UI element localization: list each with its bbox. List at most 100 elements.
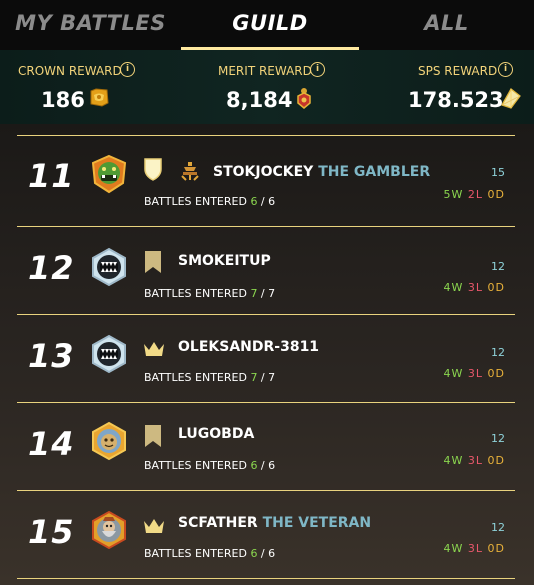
win-loss-draw: 4W 3L 0D [443, 281, 505, 294]
player-avatar-gold-ball [88, 420, 130, 462]
losses-count: 3 [467, 281, 476, 294]
player-title: THE GAMBLER [318, 164, 431, 180]
draws-count: 0 [487, 188, 496, 201]
player-name[interactable]: LUGOBDA [178, 426, 254, 442]
player-title: THE VETERAN [262, 515, 372, 531]
sps-reward-label: SPS REWARD [418, 64, 498, 78]
leaderboard-row[interactable]: 14 LUGOBDA BATTLES ENTERED 6 / 6 12 4W 3… [0, 403, 534, 490]
sps-reward-value: 178.523 [408, 88, 504, 112]
leaderboard-row[interactable]: 13 OLEKSANDR-3811 BATTLES ENTERED 7 / 7 … [0, 315, 534, 402]
battles-entered-label: BATTLES ENTERED [144, 371, 247, 384]
draws-count: 0 [487, 281, 496, 294]
sps-reward-info-icon[interactable]: i [498, 62, 513, 77]
battles-entered-count: 6 [250, 547, 258, 560]
losses-letter: L [475, 281, 484, 294]
losses-letter: L [475, 188, 484, 201]
row-divider [17, 578, 515, 579]
rank-shield-icon [143, 157, 163, 185]
tab-guild[interactable]: GUILD [181, 0, 359, 50]
battles-entered-label: BATTLES ENTERED [144, 547, 247, 560]
rank-banner-icon [143, 250, 163, 278]
rewards-bar: CROWN REWARD i 186 MERIT REWARD i 8,184 … [0, 50, 534, 124]
merit-reward-info-icon[interactable]: i [310, 62, 325, 77]
wins-letter: W [451, 454, 464, 467]
player-name[interactable]: STOKJOCKEY THE GAMBLER [213, 164, 430, 180]
rank-number: 13 [28, 337, 75, 375]
player-score: 12 [491, 260, 505, 273]
player-avatar-monster-mouth [88, 246, 130, 288]
player-avatar-dwarf [88, 509, 130, 551]
player-name[interactable]: SCFATHER THE VETERAN [178, 515, 371, 531]
losses-letter: L [475, 542, 484, 555]
crown-reward-icon [88, 86, 110, 112]
battles-entered: BATTLES ENTERED 6 / 6 [144, 547, 276, 560]
battles-entered: BATTLES ENTERED 6 / 6 [144, 459, 276, 472]
player-score: 15 [491, 166, 505, 179]
player-name-text: LUGOBDA [178, 426, 255, 442]
battles-entered-total: 6 [268, 459, 276, 472]
player-avatar-monster-mouth [88, 333, 130, 375]
leaderboard-row[interactable]: 12 SMOKEITUP BATTLES ENTERED 7 / 7 12 4W… [0, 227, 534, 314]
battles-entered-label: BATTLES ENTERED [144, 195, 247, 208]
crown-reward: CROWN REWARD i 186 [0, 50, 178, 124]
player-score: 12 [491, 432, 505, 445]
battles-entered: BATTLES ENTERED 6 / 6 [144, 195, 276, 208]
draws-letter: D [495, 454, 505, 467]
battles-entered-label: BATTLES ENTERED [144, 287, 247, 300]
win-loss-draw: 4W 3L 0D [443, 542, 505, 555]
player-name-text: OLEKSANDR-3811 [178, 339, 320, 355]
player-score: 12 [491, 521, 505, 534]
losses-count: 2 [467, 188, 476, 201]
draws-letter: D [495, 281, 505, 294]
draws-letter: D [495, 542, 505, 555]
win-loss-draw: 4W 3L 0D [443, 367, 505, 380]
sps-reward: SPS REWARD i 178.523 [356, 50, 534, 124]
wins-letter: W [451, 281, 464, 294]
battles-entered-total: 7 [268, 287, 276, 300]
tab-my-battles[interactable]: MY BATTLES [0, 0, 181, 50]
battles-entered-total: 6 [268, 547, 276, 560]
rank-number: 12 [28, 249, 75, 287]
rank-banner-icon [143, 424, 163, 452]
guild-leaderboard: 11 STOKJOCKEY THE GAMBLER BATTLES ENTERE… [0, 124, 534, 585]
guild-role-icon [180, 161, 200, 185]
leaderboard-row[interactable]: 15 SCFATHER THE VETERAN BATTLES ENTERED … [0, 491, 534, 578]
merit-reward-label: MERIT REWARD [218, 64, 312, 78]
wins-letter: W [451, 542, 464, 555]
losses-count: 3 [467, 367, 476, 380]
crown-reward-label: CROWN REWARD [18, 64, 122, 78]
rank-number: 11 [28, 157, 75, 195]
player-name-text: SCFATHER [178, 515, 258, 531]
draws-count: 0 [487, 454, 496, 467]
battles-entered-label: BATTLES ENTERED [144, 459, 247, 472]
sps-reward-icon [499, 86, 523, 114]
win-loss-draw: 5W 2L 0D [443, 188, 505, 201]
win-loss-draw: 4W 3L 0D [443, 454, 505, 467]
player-name[interactable]: SMOKEITUP [178, 253, 271, 269]
battles-entered-count: 7 [250, 287, 258, 300]
losses-letter: L [475, 367, 484, 380]
draws-letter: D [495, 367, 505, 380]
tab-all[interactable]: ALL [359, 0, 534, 50]
battles-entered-count: 7 [250, 371, 258, 384]
player-name-text: STOKJOCKEY [213, 164, 314, 180]
rank-crown-icon [143, 341, 165, 361]
draws-letter: D [495, 188, 505, 201]
player-score: 12 [491, 346, 505, 359]
rank-crown-icon [143, 518, 165, 538]
player-avatar-green-orc [88, 153, 130, 195]
player-name-text: SMOKEITUP [178, 253, 271, 269]
battle-tabs: MY BATTLES GUILD ALL [0, 0, 534, 50]
draws-count: 0 [487, 542, 496, 555]
draws-count: 0 [487, 367, 496, 380]
losses-count: 3 [467, 454, 476, 467]
player-name[interactable]: OLEKSANDR-3811 [178, 339, 319, 355]
battles-entered-count: 6 [250, 459, 258, 472]
battles-entered: BATTLES ENTERED 7 / 7 [144, 371, 276, 384]
wins-letter: W [451, 188, 464, 201]
crown-reward-value: 186 [41, 88, 85, 112]
merit-reward: MERIT REWARD i 8,184 [178, 50, 356, 124]
crown-reward-info-icon[interactable]: i [120, 62, 135, 77]
leaderboard-row[interactable]: 11 STOKJOCKEY THE GAMBLER BATTLES ENTERE… [0, 136, 534, 223]
rank-number: 14 [28, 425, 75, 463]
